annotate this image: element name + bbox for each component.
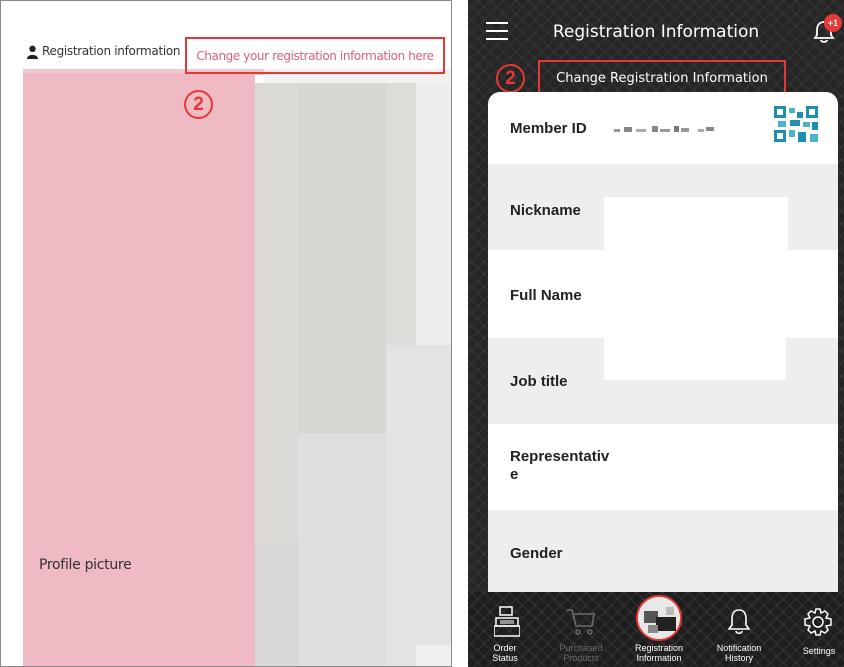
nav-settings[interactable]: Settings xyxy=(774,592,844,667)
bell-icon xyxy=(728,609,750,635)
change-registration-button[interactable]: Change Registration Information xyxy=(538,60,786,96)
nav-notification-history-label: Notification History xyxy=(716,643,762,663)
redacted-block xyxy=(298,83,386,433)
representative-row: Representativ e xyxy=(488,424,838,510)
nav-notification-history[interactable]: Notification History xyxy=(704,592,774,667)
full-name-row: Full Name xyxy=(488,252,838,338)
avatar xyxy=(636,595,682,641)
notification-badge: +1 xyxy=(824,14,842,32)
redacted-block xyxy=(298,433,386,666)
gear-icon xyxy=(804,608,832,636)
cash-register-icon xyxy=(494,606,520,637)
nav-registration-information[interactable]: Registration Information xyxy=(624,592,694,667)
member-id-label: Member ID xyxy=(510,120,587,137)
redacted-block xyxy=(416,645,451,666)
mobile-registration-panel: Registration Information +1 2 Change Reg… xyxy=(468,0,844,667)
desktop-registration-panel: Registration information Change your reg… xyxy=(0,0,452,667)
redacted-block xyxy=(255,83,299,543)
nickname-label: Nickname xyxy=(510,202,581,219)
qr-code-icon[interactable] xyxy=(774,106,818,142)
nickname-value xyxy=(604,197,788,257)
nav-order-status[interactable]: Order Status xyxy=(474,592,544,667)
user-icon xyxy=(27,45,38,59)
gender-row: Gender xyxy=(488,510,838,592)
redacted-block xyxy=(386,83,416,345)
profile-picture-area[interactable] xyxy=(23,73,255,666)
job-title-value xyxy=(604,338,786,380)
registration-card: Member ID Nickname Full Name Job title R… xyxy=(488,92,838,592)
bottom-navigation: Order Status Purchased Products Registra… xyxy=(468,592,844,667)
page-title: Registration Information xyxy=(552,22,760,42)
step-marker: 2 xyxy=(496,64,525,93)
representative-label: Representativ e xyxy=(510,448,610,483)
registration-header: Registration information Change your reg… xyxy=(1,37,451,74)
full-name-label: Full Name xyxy=(510,287,582,304)
profile-picture-label: Profile picture xyxy=(39,557,132,573)
nav-order-status-label: Order Status xyxy=(492,643,518,663)
nav-registration-information-label: Registration Information xyxy=(634,643,684,663)
nav-settings-label: Settings xyxy=(802,646,836,656)
change-registration-link[interactable]: Change your registration information her… xyxy=(185,37,445,74)
gender-label: Gender xyxy=(510,545,563,562)
cart-icon xyxy=(567,609,595,635)
redacted-block xyxy=(386,345,451,666)
redacted-block xyxy=(416,83,451,345)
redacted-block xyxy=(255,543,299,666)
registration-label: Registration information xyxy=(42,44,181,58)
job-title-label: Job title xyxy=(510,373,568,390)
step-marker: 2 xyxy=(184,90,213,119)
redacted-member-id xyxy=(614,126,714,132)
nav-purchased-products[interactable]: Purchased Products xyxy=(546,592,616,667)
nav-purchased-products-label: Purchased Products xyxy=(559,643,603,663)
